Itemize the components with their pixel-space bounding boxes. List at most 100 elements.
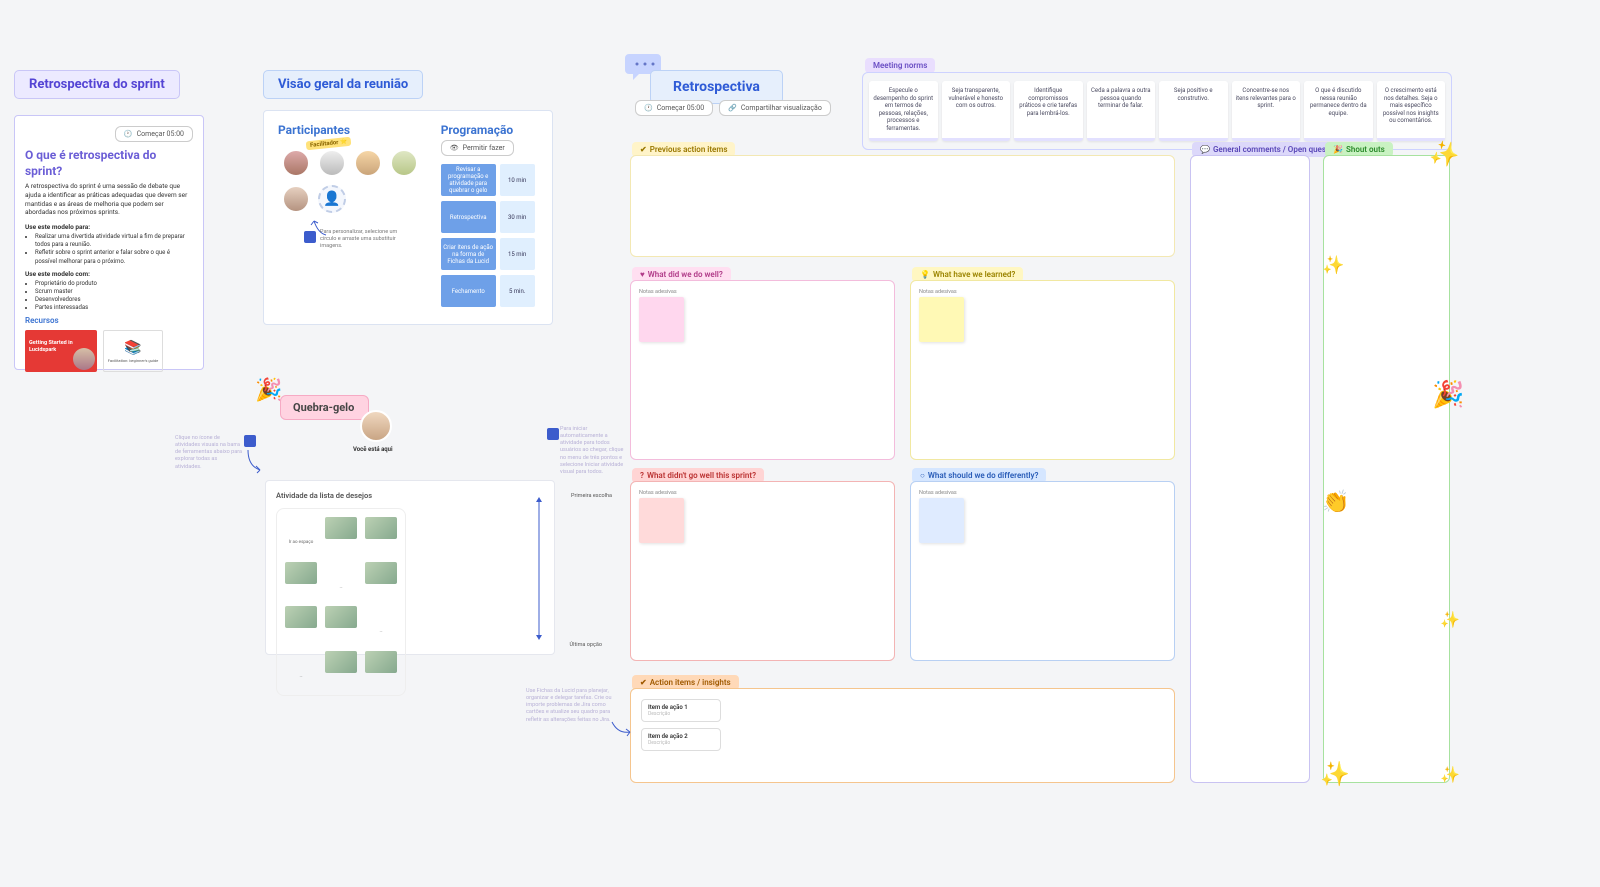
timer-button-main[interactable]: Começar 05:00 <box>635 100 713 116</box>
pill-text: What did we do well? <box>648 270 723 279</box>
clock-icon <box>644 104 653 112</box>
norms-card[interactable]: Seja transparente, vulnerável e honesto … <box>942 81 1011 141</box>
bucket-thumb[interactable] <box>325 517 357 539</box>
use-with-item: Desenvolvedores <box>35 296 193 304</box>
party-popper-icon: 🎉 <box>255 378 282 403</box>
hide-button[interactable]: 👁Permitir fazer <box>441 140 514 156</box>
schedule-time[interactable]: 30 min <box>500 201 535 233</box>
participants-heading: Participantes <box>278 123 411 137</box>
sticky-note-red[interactable] <box>639 498 684 543</box>
box-actions[interactable]: Item de ação 1 Descrição Item de ação 2 … <box>630 688 1175 783</box>
bucket-thumb[interactable] <box>325 606 357 628</box>
tag-retrospective-main: Retrospectiva <box>650 70 783 104</box>
avatar-5[interactable] <box>282 185 310 213</box>
sticky-label: Notas adesivas <box>919 289 1166 295</box>
party-popper-icon: 🎉 <box>1432 380 1464 410</box>
axis-last: Última opção <box>570 642 602 648</box>
sparkle-icon: ✨ <box>1440 610 1460 629</box>
norms-title: Meeting norms <box>865 58 935 73</box>
norms-card[interactable]: Seja positivo e construtivo. <box>1159 81 1228 141</box>
resource-video-thumb[interactable]: Getting Started in Lucidspark <box>25 330 97 372</box>
bucket-thumb[interactable] <box>325 651 357 673</box>
sticky-label: Notas adesivas <box>639 289 886 295</box>
pill-text: Action items / insights <box>650 678 731 687</box>
marker-icon-2[interactable] <box>244 435 256 447</box>
sticky-label: Notas adesivas <box>639 490 886 496</box>
sticky-note-pink[interactable] <box>639 297 684 342</box>
action-placeholder: Descrição <box>648 740 714 746</box>
schedule-time[interactable]: 5 min. <box>500 275 535 307</box>
bucket-item-label[interactable]: … <box>325 576 357 598</box>
bucket-item-label[interactable]: Ir ao espaço <box>285 532 317 554</box>
resource-guide-thumb[interactable]: 📚 Facilitation: beginner's guide <box>103 330 163 372</box>
box-not-well[interactable]: Notas adesivas <box>630 481 895 661</box>
norms-card[interactable]: O que é discutido nessa reunião permanec… <box>1304 81 1373 141</box>
bucket-item-label[interactable]: … <box>285 665 317 687</box>
share-button[interactable]: Compartilhar visualização <box>719 100 831 116</box>
books-icon: 📚 <box>124 340 141 356</box>
avatar-1[interactable] <box>282 149 310 177</box>
action-item-2[interactable]: Item de ação 2 Descrição <box>641 728 721 751</box>
bucket-title: Atividade da lista de desejos <box>276 491 544 500</box>
use-with-item: Proprietário do produto <box>35 280 193 288</box>
share-icon <box>728 104 737 112</box>
icebreaker-badge: Quebra-gelo <box>280 395 369 420</box>
schedule-task[interactable]: Revisar a programação e atividade para q… <box>441 164 496 196</box>
action-placeholder: Descrição <box>648 711 714 717</box>
box-well[interactable]: Notas adesivas <box>630 280 895 460</box>
tip-icebreaker-left: Clique no ícone de atividades visuais na… <box>175 435 245 471</box>
box-comments[interactable] <box>1190 155 1310 783</box>
box-learned[interactable]: Notas adesivas <box>910 280 1175 460</box>
schedule-task[interactable]: Retrospectiva <box>441 201 496 233</box>
tip-actions: Use Fichas da Lucid para planejar, organ… <box>526 688 616 724</box>
schedule-heading: Programação <box>441 123 538 137</box>
tag-overview: Visão geral da reunião <box>263 70 423 99</box>
sticky-note-yellow[interactable] <box>919 297 964 342</box>
bucket-thumb[interactable] <box>285 606 317 628</box>
action-item-1[interactable]: Item de ação 1 Descrição <box>641 699 721 722</box>
avatar-4[interactable] <box>390 149 418 177</box>
norms-card[interactable]: Concentre-se nos itens relevantes para o… <box>1232 81 1301 141</box>
sparkle-icon: ✨ <box>1322 255 1344 276</box>
bucket-thumb[interactable] <box>365 562 397 584</box>
bucket-thumb[interactable] <box>365 517 397 539</box>
schedule-task[interactable]: Fechamento <box>441 275 496 307</box>
schedule-task[interactable]: Criar itens de ação na forma de Fichas d… <box>441 238 496 270</box>
action-title: Item de ação 1 <box>648 704 714 711</box>
schedule-row: Retrospectiva30 min <box>441 201 538 233</box>
avatar-empty[interactable]: 👤 <box>318 185 346 213</box>
share-label: Compartilhar visualização <box>741 104 822 112</box>
sticky-note-blue[interactable] <box>919 498 964 543</box>
action-title: Item de ação 2 <box>648 733 714 740</box>
bucket-thumb[interactable] <box>365 651 397 673</box>
tip-icebreaker-right: Para iniciar automaticamente a atividade… <box>560 426 625 476</box>
timer-button-info[interactable]: Começar 05:00 <box>115 126 193 142</box>
schedule-row: Revisar a programação e atividade para q… <box>441 164 538 196</box>
schedule-row: Fechamento5 min. <box>441 275 538 307</box>
norms-card[interactable]: O crescimento está nos detalhes. Seja o … <box>1377 81 1446 141</box>
bucket-item-label[interactable]: … <box>365 621 397 643</box>
schedule-time[interactable]: 15 min <box>500 238 535 270</box>
icebreaker-avatar[interactable] <box>360 410 392 442</box>
pill-text: What have we learned? <box>933 270 1015 279</box>
norms-card[interactable]: Identifique compromissos práticos e crie… <box>1014 81 1083 141</box>
participants-tip: Para personalizar, selecione um círculo … <box>320 229 410 250</box>
schedule-time[interactable]: 10 min <box>500 164 535 196</box>
sparkle-icon: ✨ <box>1428 138 1462 171</box>
use-with-heading: Use este modelo com: <box>25 270 193 278</box>
avatar-3[interactable] <box>354 149 382 177</box>
box-prev-actions[interactable] <box>630 155 1175 257</box>
hide-label: Permitir fazer <box>463 144 505 152</box>
bucket-thumb[interactable] <box>285 562 317 584</box>
avatar-2[interactable] <box>318 149 346 177</box>
marker-icon-3[interactable] <box>547 428 559 440</box>
pill-text: What didn't go well this sprint? <box>647 471 756 480</box>
axis-first: Primeira escolha <box>571 493 612 499</box>
norms-card[interactable]: Especule o desempenho do sprint em termo… <box>869 81 938 141</box>
box-shoutouts[interactable] <box>1323 155 1450 783</box>
guide-caption: Facilitation: beginner's guide <box>108 358 158 363</box>
use-with-item: Scrum master <box>35 288 193 296</box>
box-differently[interactable]: Notas adesivas <box>910 481 1175 661</box>
timer-label: Começar 05:00 <box>657 104 704 112</box>
norms-card[interactable]: Ceda a palavra a outra pessoa quando ter… <box>1087 81 1156 141</box>
